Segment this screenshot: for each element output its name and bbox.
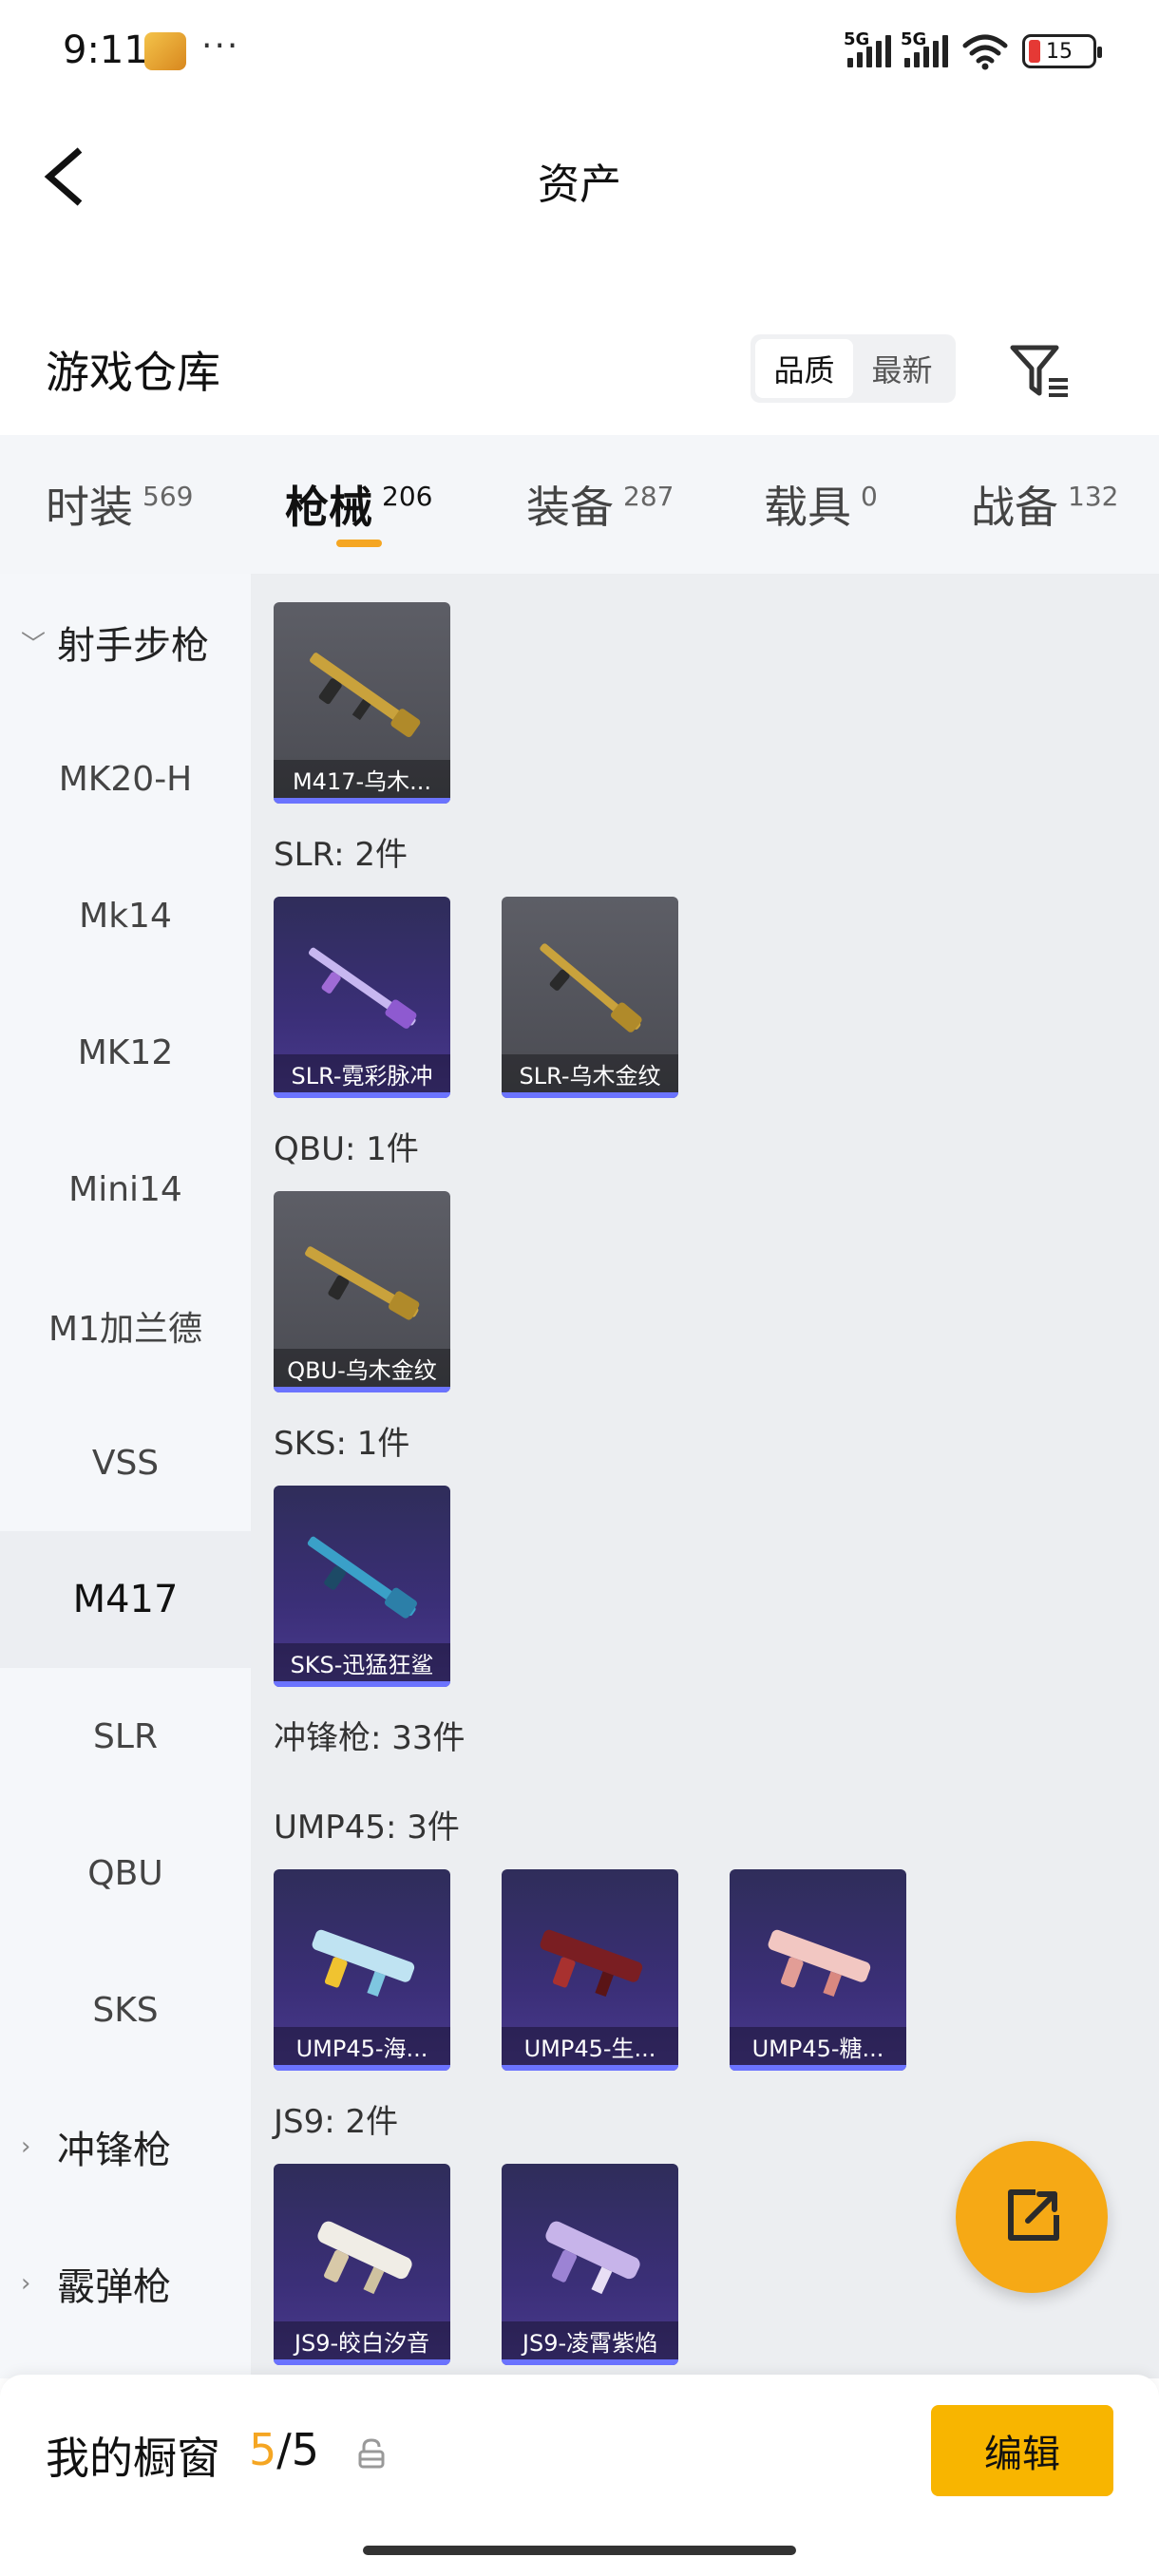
chevron-right-icon: › (21, 2269, 31, 2298)
status-icons: 5G 5G 15 (844, 29, 1102, 70)
sidebar-item-qbu[interactable]: QBU (0, 1805, 251, 1941)
sidebar-group-marksman-rifles[interactable]: ﹀ 射手步枪 (0, 574, 251, 710)
sidebar-item-mini14[interactable]: Mini14 (0, 1121, 251, 1258)
tab-equipment[interactable]: 装备 287 (526, 473, 674, 536)
rifle-icon (540, 943, 642, 1032)
sidebar-item-sks[interactable]: SKS (0, 1941, 251, 2078)
sidebar-item-m417[interactable]: M417 (0, 1531, 251, 1668)
tab-supplies[interactable]: 战备 132 (971, 473, 1118, 536)
weapon-card-ump45-2[interactable]: UMP45-生... (502, 1869, 678, 2071)
weapon-card-m417[interactable]: M417-乌木... (274, 602, 450, 804)
cellular-signal-icon: 5G (844, 29, 891, 67)
home-indicator[interactable] (363, 2546, 796, 2555)
battery-icon: 15 (1022, 34, 1102, 68)
page-title: 资产 (538, 161, 621, 209)
section-label-slr: SLR: 2件 (274, 836, 408, 874)
weapon-card-slr-1[interactable]: SLR-霓彩脉冲 (274, 897, 450, 1098)
warehouse-title: 游戏仓库 (46, 347, 220, 398)
sidebar-item-mk20h[interactable]: MK20-H (0, 710, 251, 847)
weapon-card-ump45-1[interactable]: UMP45-海... (274, 1869, 450, 2071)
tab-fashion[interactable]: 时装 569 (46, 473, 193, 536)
weapon-grid: M417-乌木... SLR: 2件 SLR-霓彩脉冲 SLR-乌木金纹 QBU… (251, 574, 1159, 2378)
weapon-card-slr-2[interactable]: SLR-乌木金纹 (502, 897, 678, 1098)
edit-button[interactable]: 编辑 (931, 2405, 1113, 2496)
sidebar-group-shotgun[interactable]: › 霰弹枪 (0, 2215, 251, 2352)
rifle-icon (307, 1536, 417, 1619)
weapon-card-js9-2[interactable]: JS9-凌霄紫焰 (502, 2164, 678, 2365)
chevron-down-icon: ﹀ (21, 630, 47, 659)
showcase-label: 我的橱窗 (46, 2433, 220, 2484)
wifi-icon (962, 34, 1008, 70)
smg-icon (545, 2221, 640, 2295)
sidebar-item-m1-garand[interactable]: M1加兰德 (0, 1258, 251, 1394)
sidebar-item-slr[interactable]: SLR (0, 1668, 251, 1805)
weapon-card-ump45-3[interactable]: UMP45-糖... (730, 1869, 906, 2071)
sort-segmented-control: 品质 最新 (750, 334, 956, 403)
sidebar-group-smg[interactable]: › 冲锋枪 (0, 2078, 251, 2215)
cellular-signal-icon-2: 5G (901, 29, 948, 67)
section-label-sks: SKS: 1件 (274, 1425, 410, 1463)
section-label-smg: 冲锋枪: 33件 (274, 1719, 466, 1757)
active-tab-indicator (336, 540, 382, 547)
warehouse-header: 游戏仓库 品质 最新 (0, 313, 1159, 418)
share-fab[interactable] (956, 2141, 1108, 2293)
top-nav: 资产 (0, 104, 1159, 247)
tab-vehicles[interactable]: 载具 0 (764, 473, 878, 536)
sort-quality-button[interactable]: 品质 (755, 339, 853, 398)
smg-icon (768, 1929, 871, 1998)
smg-icon (312, 1929, 415, 1998)
more-notifications-icon: ··· (201, 27, 240, 66)
chevron-right-icon: › (21, 2132, 31, 2161)
weapon-card-qbu[interactable]: QBU-乌木金纹 (274, 1191, 450, 1392)
status-bar: 9:11 ··· 5G 5G 15 (0, 0, 1159, 104)
lock-icon (358, 2438, 385, 2469)
section-label-qbu: QBU: 1件 (274, 1130, 419, 1168)
status-time: 9:11 (63, 28, 148, 72)
smg-icon (317, 2221, 412, 2295)
section-label-js9: JS9: 2件 (274, 2103, 399, 2141)
share-external-icon (1008, 2189, 1059, 2241)
weapon-card-sks[interactable]: SKS-迅猛狂鲨 (274, 1486, 450, 1687)
weapon-card-js9-1[interactable]: JS9-皎白汐音 (274, 2164, 450, 2365)
sidebar-item-mk12[interactable]: MK12 (0, 984, 251, 1121)
app-notification-icon (144, 32, 186, 70)
showcase-count: 5/5 (249, 2424, 320, 2475)
sidebar-item-vss[interactable]: VSS (0, 1394, 251, 1531)
rifle-icon (310, 653, 421, 738)
category-tabs: 时装 569 枪械 206 装备 287 载具 0 战备 132 (0, 435, 1159, 574)
tab-firearms[interactable]: 枪械 206 (285, 473, 432, 536)
sidebar-item-mk14[interactable]: Mk14 (0, 847, 251, 984)
smg-icon (540, 1929, 643, 1998)
filter-icon[interactable] (1007, 338, 1074, 405)
sort-newest-button[interactable]: 最新 (853, 339, 951, 398)
weapon-type-sidebar: ﹀ 射手步枪 MK20-H Mk14 MK12 Mini14 M1加兰德 VSS … (0, 574, 251, 2378)
section-label-ump45: UMP45: 3件 (274, 1809, 460, 1847)
rifle-icon (309, 947, 417, 1029)
rifle-icon (305, 1246, 420, 1320)
